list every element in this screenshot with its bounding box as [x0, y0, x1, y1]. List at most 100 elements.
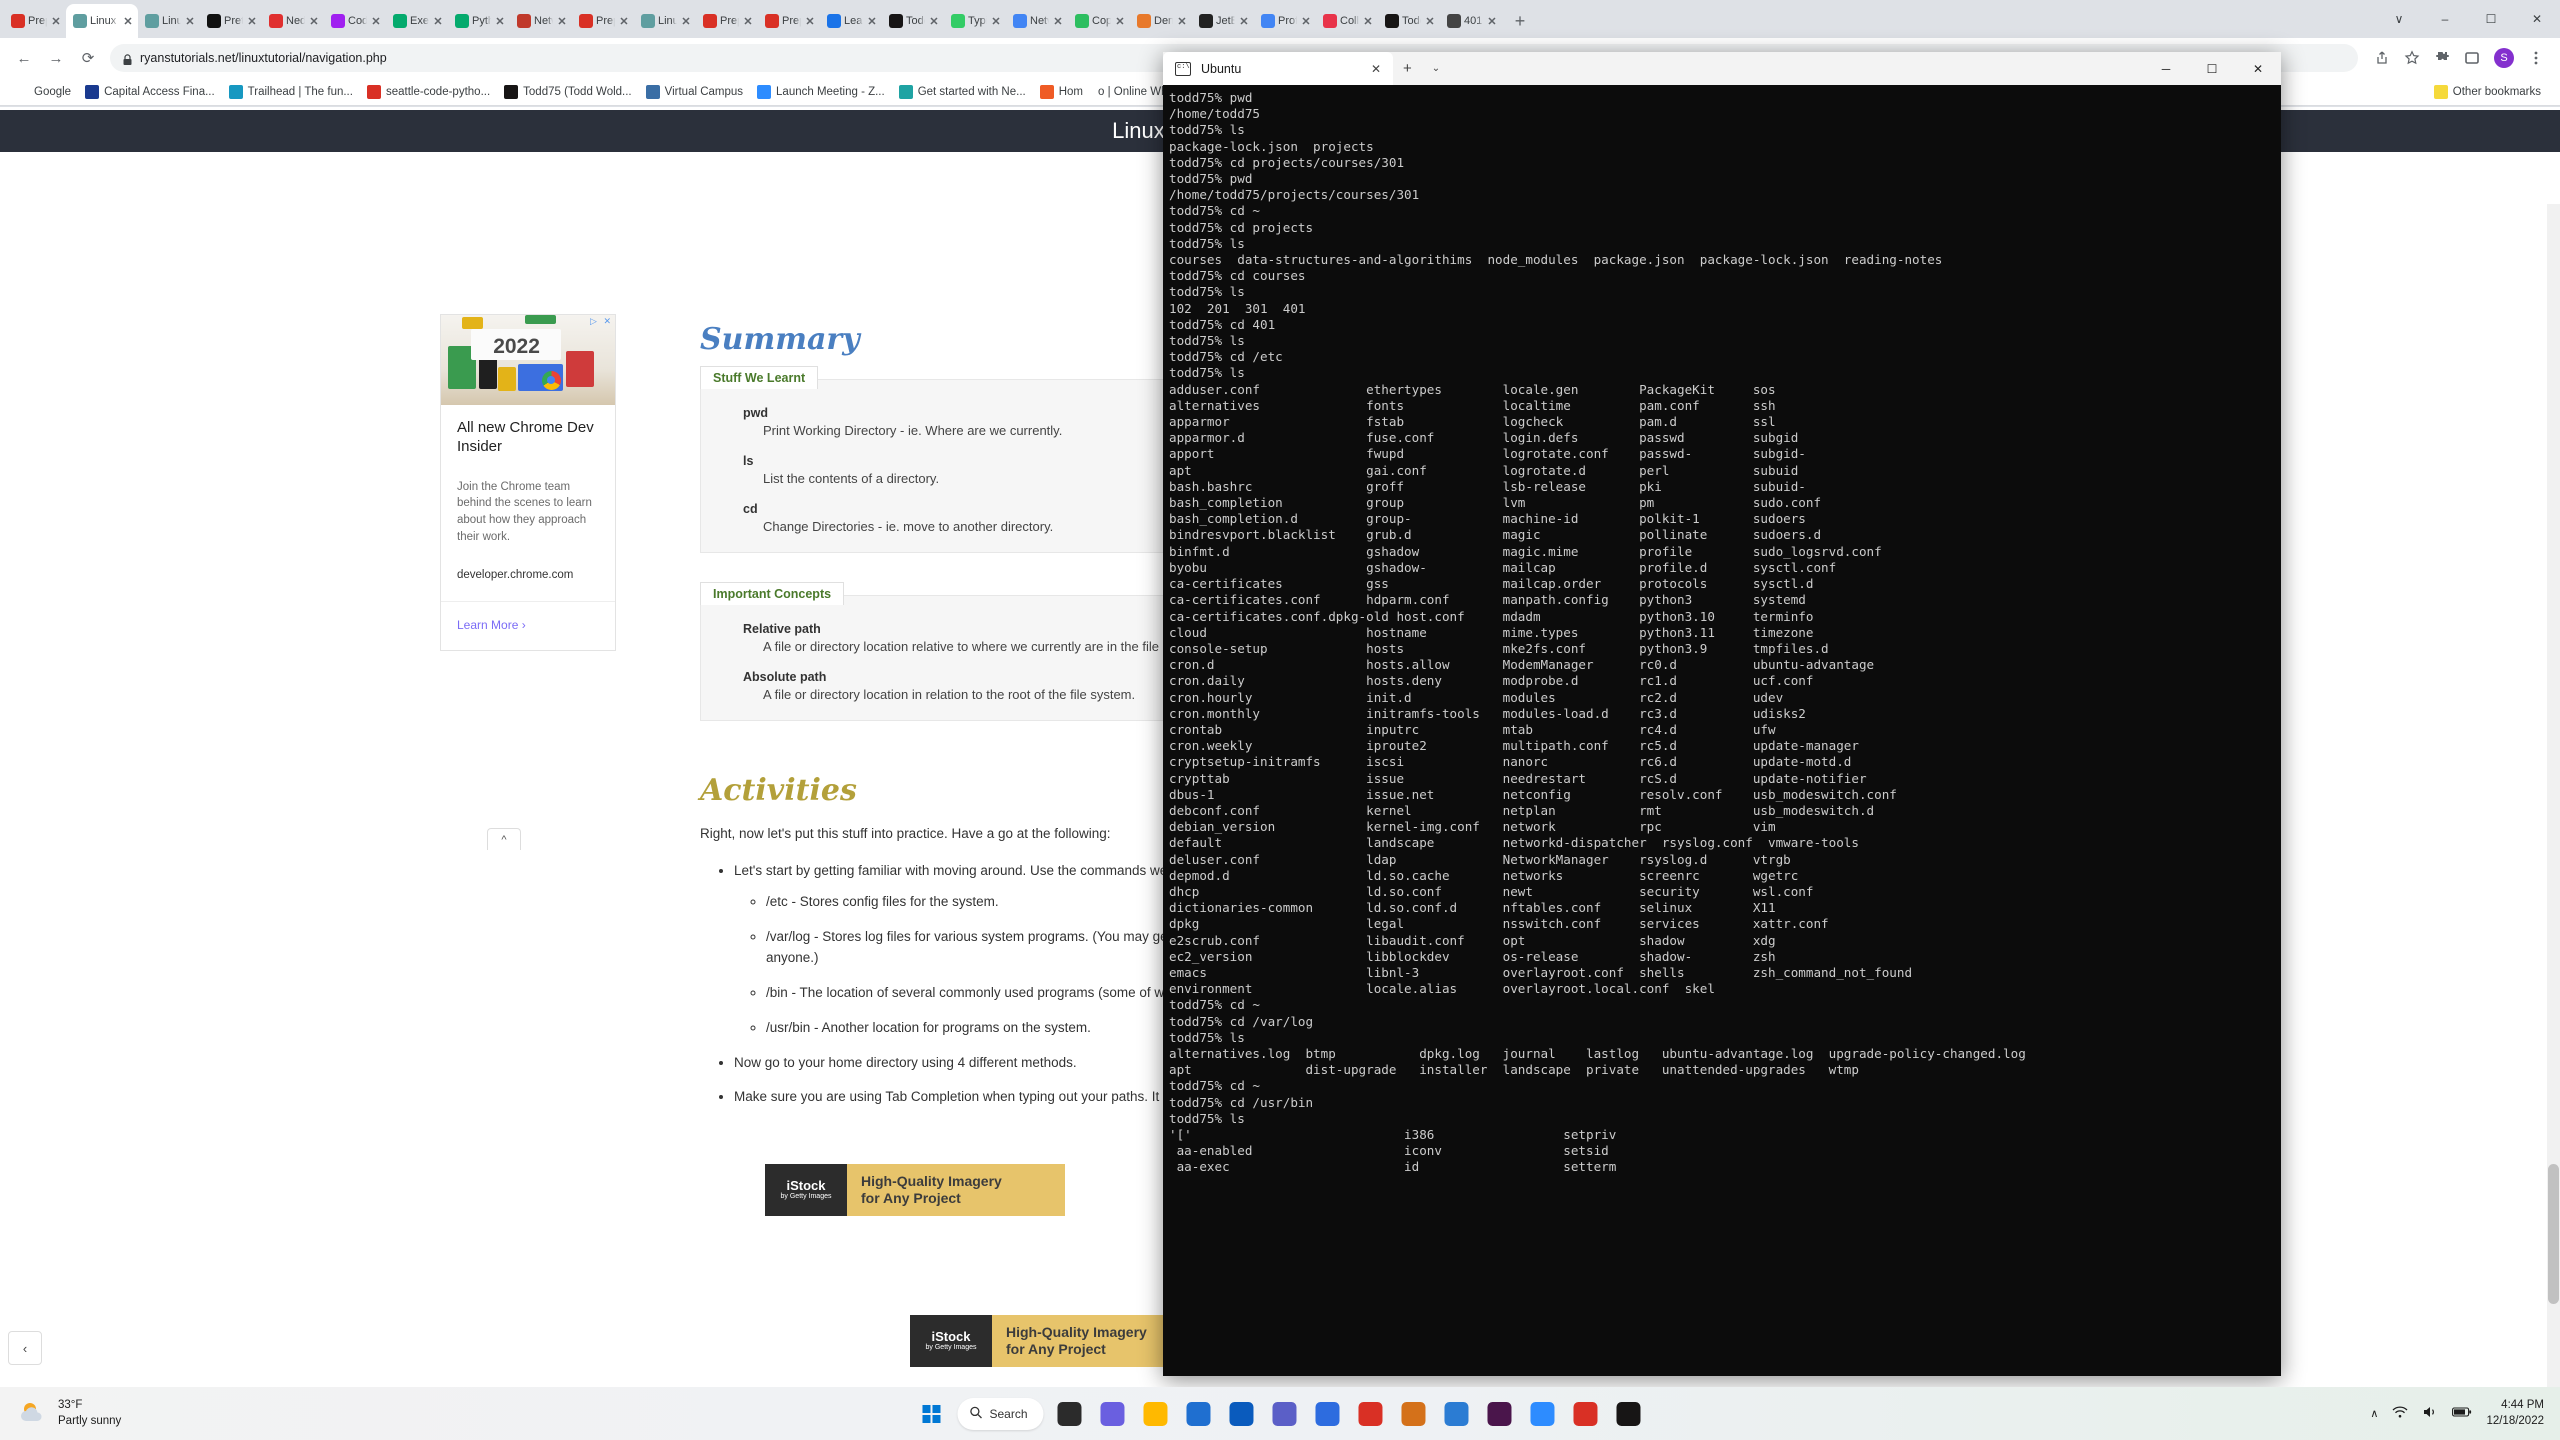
- chrome-icon[interactable]: [1352, 1395, 1390, 1433]
- file-explorer-icon[interactable]: [1137, 1395, 1175, 1433]
- istock-banner-ad[interactable]: iStock by Getty Images High-Quality Imag…: [765, 1164, 1065, 1216]
- browser-tab-10[interactable]: Linux✕: [634, 4, 696, 38]
- close-icon[interactable]: ✕: [1371, 62, 1381, 76]
- browser-tab-5[interactable]: Codel✕: [324, 4, 386, 38]
- close-icon[interactable]: ✕: [1238, 15, 1250, 28]
- star-icon[interactable]: [2398, 44, 2426, 72]
- close-icon[interactable]: ✕: [1052, 15, 1064, 28]
- browser-tab-12[interactable]: Prep:✕: [758, 4, 820, 38]
- browser-tab-23[interactable]: 401 C✕: [1440, 4, 1502, 38]
- tab-search-button[interactable]: ∨: [2376, 3, 2422, 35]
- slack-icon[interactable]: [1481, 1395, 1519, 1433]
- close-icon[interactable]: ✕: [556, 15, 568, 28]
- chrome-icon[interactable]: [1567, 1395, 1605, 1433]
- terminal-minimize-button[interactable]: ─: [2143, 52, 2189, 85]
- back-button[interactable]: ←: [10, 44, 38, 72]
- bookmark-item-6[interactable]: Launch Meeting - Z...: [750, 82, 892, 102]
- terminal-close-button[interactable]: ✕: [2235, 52, 2281, 85]
- browser-tab-22[interactable]: Todd7✕: [1378, 4, 1440, 38]
- battery-icon[interactable]: [2452, 1406, 2472, 1421]
- terminal-new-tab-button[interactable]: +: [1393, 60, 1422, 77]
- browser-tab-7[interactable]: Pytho✕: [448, 4, 510, 38]
- taskbar-clock[interactable]: 4:44 PM 12/18/2022: [2486, 1398, 2544, 1429]
- close-icon[interactable]: ✕: [804, 15, 816, 28]
- volume-icon[interactable]: [2422, 1405, 2438, 1422]
- reload-button[interactable]: ⟳: [74, 44, 102, 72]
- scrollbar-thumb[interactable]: [2548, 1164, 2559, 1304]
- browser-tab-18[interactable]: Denve✕: [1130, 4, 1192, 38]
- other-bookmarks-button[interactable]: Other bookmarks: [2427, 82, 2548, 102]
- terminal-maximize-button[interactable]: ☐: [2189, 52, 2235, 85]
- browser-tab-20[interactable]: Profe✕: [1254, 4, 1316, 38]
- browser-tab-0[interactable]: Prep:✕: [4, 4, 66, 38]
- puzzle-icon[interactable]: [2428, 44, 2456, 72]
- close-icon[interactable]: ✕: [1362, 15, 1374, 28]
- ad-choices-icon[interactable]: ▷ ✕: [590, 316, 613, 327]
- bookmark-item-2[interactable]: Trailhead | The fun...: [222, 82, 360, 102]
- bookmark-item-4[interactable]: Todd75 (Todd Wold...: [497, 82, 638, 102]
- zoom-icon[interactable]: [1524, 1395, 1562, 1433]
- advertisement[interactable]: 2022 ▷ ✕ All new Chrome Dev Insider Join…: [440, 314, 616, 652]
- bookmark-item-0[interactable]: Google: [8, 82, 78, 102]
- close-icon[interactable]: ✕: [50, 15, 62, 28]
- browser-tab-21[interactable]: Collab✕: [1316, 4, 1378, 38]
- browser-tab-16[interactable]: Netw✕: [1006, 4, 1068, 38]
- close-icon[interactable]: ✕: [1114, 15, 1126, 28]
- three-dot-menu-icon[interactable]: [2522, 44, 2550, 72]
- chevron-up-icon[interactable]: ∧: [2370, 1407, 2378, 1420]
- browser-tab-6[interactable]: Exerci✕: [386, 4, 448, 38]
- browser-tab-15[interactable]: Typing✕: [944, 4, 1006, 38]
- chevron-up-icon[interactable]: ^: [487, 828, 521, 850]
- wifi-icon[interactable]: [2392, 1405, 2408, 1422]
- weather-widget[interactable]: 33°F Partly sunny: [0, 1398, 121, 1429]
- forward-button[interactable]: →: [42, 44, 70, 72]
- browser-tab-2[interactable]: Linux✕: [138, 4, 200, 38]
- close-icon[interactable]: ✕: [246, 15, 258, 28]
- browser-tab-11[interactable]: Prep:✕: [696, 4, 758, 38]
- close-icon[interactable]: ✕: [1486, 15, 1498, 28]
- todo-icon[interactable]: [1309, 1395, 1347, 1433]
- vscode-icon[interactable]: [1438, 1395, 1476, 1433]
- bookmark-item-8[interactable]: Hom: [1033, 82, 1090, 102]
- browser-tab-4[interactable]: Ned B✕: [262, 4, 324, 38]
- browser-tab-3[interactable]: Preter✕: [200, 4, 262, 38]
- close-icon[interactable]: ✕: [432, 15, 444, 28]
- browser-tab-1[interactable]: Linux ✕: [66, 4, 138, 38]
- close-icon[interactable]: ✕: [308, 15, 320, 28]
- close-icon[interactable]: ✕: [618, 15, 630, 28]
- taskbar-search-button[interactable]: Search: [957, 1397, 1044, 1430]
- close-icon[interactable]: ✕: [370, 15, 382, 28]
- browser-tab-19[interactable]: JetBra✕: [1192, 4, 1254, 38]
- ad-learn-more-link[interactable]: Learn More ›: [441, 601, 615, 650]
- share-icon[interactable]: [2368, 44, 2396, 72]
- close-icon[interactable]: ✕: [928, 15, 940, 28]
- chevron-left-icon[interactable]: ‹: [8, 1331, 42, 1365]
- widgets-icon[interactable]: [1094, 1395, 1132, 1433]
- browser-tab-17[interactable]: Copy✕: [1068, 4, 1130, 38]
- avatar[interactable]: S: [2494, 48, 2514, 68]
- close-icon[interactable]: ✕: [866, 15, 878, 28]
- close-icon[interactable]: ✕: [494, 15, 506, 28]
- close-icon[interactable]: ✕: [990, 15, 1002, 28]
- windows-start-icon[interactable]: [912, 1395, 950, 1433]
- minimize-button[interactable]: –: [2422, 3, 2468, 35]
- bookmark-item-7[interactable]: Get started with Ne...: [892, 82, 1033, 102]
- maximize-button[interactable]: ☐: [2468, 3, 2514, 35]
- teams-icon[interactable]: [1266, 1395, 1304, 1433]
- bookmark-item-5[interactable]: Virtual Campus: [639, 82, 750, 102]
- bookmark-item-1[interactable]: Capital Access Fina...: [78, 82, 222, 102]
- side-panel-icon[interactable]: [2458, 44, 2486, 72]
- terminal-output-area[interactable]: todd75% pwd /home/todd75 todd75% ls pack…: [1163, 85, 2281, 1376]
- store-icon[interactable]: [1180, 1395, 1218, 1433]
- browser-tab-13[interactable]: Learn✕: [820, 4, 882, 38]
- close-icon[interactable]: ✕: [122, 15, 134, 28]
- outlook-icon[interactable]: [1223, 1395, 1261, 1433]
- browser-tab-9[interactable]: Prep:✕: [572, 4, 634, 38]
- page-scrollbar[interactable]: [2547, 204, 2560, 1387]
- close-icon[interactable]: ✕: [1300, 15, 1312, 28]
- close-icon[interactable]: ✕: [184, 15, 196, 28]
- browser-tab-14[interactable]: Todd7✕: [882, 4, 944, 38]
- browser-tab-8[interactable]: Netw✕: [510, 4, 572, 38]
- task-view-icon[interactable]: [1051, 1395, 1089, 1433]
- close-icon[interactable]: ✕: [680, 15, 692, 28]
